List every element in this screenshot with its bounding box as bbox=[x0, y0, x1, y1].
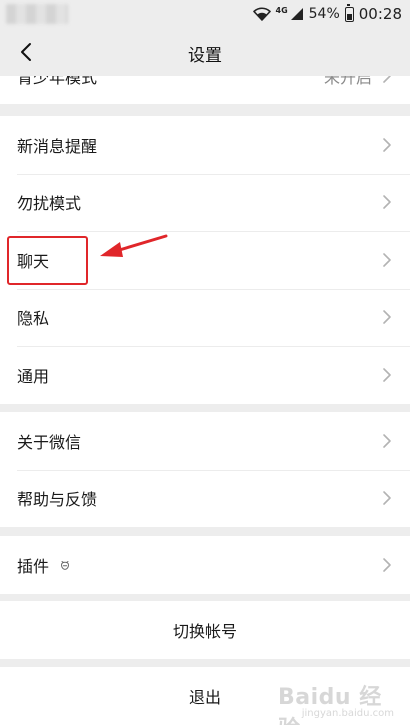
switch-account-label: 切换帐号 bbox=[172, 621, 237, 641]
settings-item-teen-mode[interactable]: 青少年模式 未开启 bbox=[0, 76, 410, 104]
clock-time: 00:28 bbox=[358, 5, 402, 23]
red-arrow-annotation bbox=[100, 234, 168, 257]
settings-item-label: 关于微信 bbox=[17, 432, 82, 452]
settings-item-privacy[interactable]: 隐私 bbox=[0, 288, 410, 347]
settings-item-label: 帮助与反馈 bbox=[17, 490, 98, 510]
settings-item-plugins[interactable]: 插件 bbox=[0, 536, 410, 594]
settings-item-label: 勿扰模式 bbox=[17, 194, 82, 214]
plugin-badge-icon bbox=[61, 560, 70, 570]
logout-label: 退出 bbox=[188, 687, 221, 707]
settings-item-about-wechat[interactable]: 关于微信 bbox=[0, 412, 410, 470]
chevron-right-icon bbox=[383, 367, 391, 382]
signal-icon bbox=[290, 8, 303, 20]
chevron-right-icon bbox=[383, 195, 391, 210]
chevron-right-icon bbox=[383, 433, 391, 448]
chevron-right-icon bbox=[383, 76, 391, 83]
switch-account-button[interactable]: 切换帐号 bbox=[0, 601, 410, 659]
section-about: 关于微信 帮助与反馈 bbox=[0, 412, 410, 527]
settings-item-label: 插件 bbox=[17, 556, 50, 576]
settings-item-new-message-alerts[interactable]: 新消息提醒 bbox=[0, 116, 410, 174]
section-teen-mode: 青少年模式 未开启 bbox=[0, 76, 410, 104]
page-title: 设置 bbox=[188, 46, 222, 66]
chat-highlight-annotation bbox=[7, 236, 88, 285]
section-plugins: 插件 bbox=[0, 536, 410, 594]
settings-item-help-feedback[interactable]: 帮助与反馈 bbox=[0, 469, 410, 528]
settings-item-label: 通用 bbox=[17, 366, 50, 386]
chevron-right-icon bbox=[383, 137, 391, 152]
settings-item-do-not-disturb[interactable]: 勿扰模式 bbox=[0, 173, 410, 232]
settings-item-label: 新消息提醒 bbox=[17, 136, 98, 156]
section-switch-account: 切换帐号 bbox=[0, 601, 410, 659]
settings-item-general[interactable]: 通用 bbox=[0, 346, 410, 404]
battery-percentage: 54% bbox=[308, 6, 340, 22]
chevron-right-icon bbox=[383, 252, 391, 267]
status-bar: 4G 54% 00:28 bbox=[0, 0, 410, 28]
status-indicators: 4G 54% 00:28 bbox=[252, 3, 402, 24]
baidu-jingyan-watermark: Baidu 经验 jingyan.baidu.com bbox=[278, 677, 398, 725]
watermark-subtext: jingyan.baidu.com bbox=[301, 708, 394, 719]
settings-item-value: 未开启 bbox=[323, 76, 372, 87]
battery-icon bbox=[344, 3, 354, 22]
settings-item-label: 青少年模式 bbox=[17, 76, 98, 87]
network-type-label: 4G bbox=[275, 5, 288, 15]
chevron-right-icon bbox=[383, 491, 391, 506]
wifi-icon bbox=[252, 7, 271, 21]
blurred-notification-icons bbox=[6, 4, 68, 24]
chevron-right-icon bbox=[383, 310, 391, 325]
navigation-bar: 设置 bbox=[0, 28, 410, 76]
chevron-right-icon bbox=[383, 557, 391, 572]
settings-item-label: 隐私 bbox=[17, 309, 50, 329]
